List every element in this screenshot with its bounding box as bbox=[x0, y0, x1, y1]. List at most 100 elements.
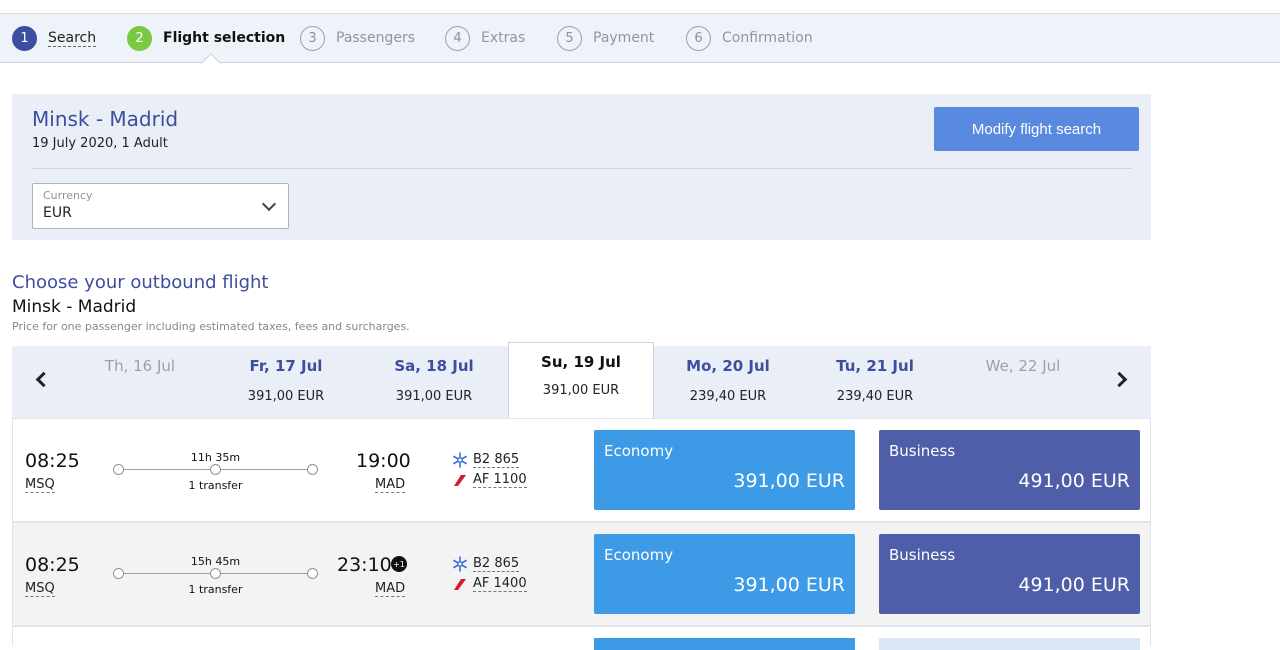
business-fare-button[interactable]: Business 491,00 EUR bbox=[879, 430, 1140, 510]
step-label: Flight selection bbox=[163, 30, 286, 46]
step-label: Extras bbox=[481, 30, 526, 46]
date-tab[interactable]: Sa, 18 Jul 391,00 EUR bbox=[361, 346, 507, 418]
fare-class: Business bbox=[889, 442, 956, 460]
timeline-dot bbox=[113, 464, 124, 475]
step-flight-selection: 2 Flight selection bbox=[127, 14, 285, 62]
flight-number[interactable]: AF 1400 bbox=[473, 576, 527, 592]
summary-divider bbox=[32, 168, 1131, 169]
date-label: Tu, 21 Jul bbox=[836, 357, 914, 375]
flight-number[interactable]: B2 865 bbox=[473, 556, 520, 572]
business-fare-button[interactable]: Business 491,00 EUR bbox=[879, 534, 1140, 614]
flight-row: 08:25 MSQ 11h 35m 1 transfer 19:00 MAD B… bbox=[12, 418, 1151, 522]
next-day-badge: +1 bbox=[391, 556, 407, 572]
modify-flight-search-button[interactable]: Modify flight search bbox=[934, 107, 1139, 151]
flight-row: 08:25 MSQ 15h 45m 1 transfer 23:10 +1 MA… bbox=[12, 522, 1151, 626]
timeline-dot bbox=[210, 568, 221, 579]
step-extras: 4 Extras bbox=[445, 14, 525, 62]
economy-fare-button[interactable]: Economy 391,00 EUR bbox=[594, 430, 855, 510]
currency-select[interactable]: Currency EUR bbox=[32, 183, 289, 229]
step-number: 6 bbox=[686, 25, 711, 51]
date-label: Su, 19 Jul bbox=[541, 353, 621, 371]
summary-details: 19 July 2020, 1 Adult bbox=[32, 136, 168, 151]
date-price: 239,40 EUR bbox=[689, 389, 767, 404]
outbound-title: Choose your outbound flight bbox=[12, 272, 269, 293]
fare-price: 491,00 EUR bbox=[1018, 574, 1130, 596]
departure-airport[interactable]: MSQ bbox=[25, 477, 55, 493]
air-france-stripe-icon bbox=[451, 575, 469, 593]
currency-value: EUR bbox=[43, 205, 72, 221]
step-payment: 5 Payment bbox=[557, 14, 654, 62]
date-label: Th, 16 Jul bbox=[104, 357, 176, 375]
date-price: 391,00 EUR bbox=[247, 389, 325, 404]
price-note: Price for one passenger including estima… bbox=[12, 320, 410, 333]
belavia-snowflake-icon bbox=[451, 555, 469, 573]
transfer-count: 1 transfer bbox=[188, 583, 243, 596]
timeline-dot bbox=[307, 464, 318, 475]
timeline-dot bbox=[307, 568, 318, 579]
step-number: 5 bbox=[557, 25, 582, 51]
flight-number[interactable]: AF 1100 bbox=[473, 472, 527, 488]
date-tab-selected[interactable]: Su, 19 Jul 391,00 EUR bbox=[508, 342, 654, 418]
chevron-right-icon[interactable] bbox=[1111, 371, 1128, 388]
step-search[interactable]: 1 Search bbox=[12, 14, 97, 62]
belavia-snowflake-icon bbox=[451, 451, 469, 469]
step-number: 4 bbox=[445, 25, 470, 51]
route-timeline bbox=[113, 568, 318, 579]
summary-route: Minsk - Madrid bbox=[32, 107, 179, 131]
fare-class: Economy bbox=[604, 546, 674, 564]
chevron-down-icon bbox=[261, 196, 277, 212]
step-passengers: 3 Passengers bbox=[300, 14, 415, 62]
fare-class: Business bbox=[889, 546, 956, 564]
flight-segment: B2 865 bbox=[451, 451, 520, 469]
departure-airport[interactable]: MSQ bbox=[25, 581, 55, 597]
step-confirmation: 6 Confirmation bbox=[686, 14, 813, 62]
economy-fare-button[interactable]: Economy 391,00 EUR bbox=[594, 534, 855, 614]
flight-segment: AF 1100 bbox=[451, 471, 527, 489]
arrival-time: 19:00 bbox=[356, 450, 411, 472]
date-tab[interactable]: Mo, 20 Jul 239,40 EUR bbox=[655, 346, 801, 418]
fare-price: 391,00 EUR bbox=[733, 574, 845, 596]
fare-class: Economy bbox=[604, 442, 674, 460]
date-tab[interactable]: Tu, 21 Jul 239,40 EUR bbox=[802, 346, 948, 418]
air-france-stripe-icon bbox=[451, 471, 469, 489]
step-label: Search bbox=[48, 29, 97, 47]
timeline-dot bbox=[210, 464, 221, 475]
date-label: Mo, 20 Jul bbox=[686, 357, 770, 375]
flight-duration: 11h 35m bbox=[190, 451, 241, 464]
date-price: 239,40 EUR bbox=[836, 389, 914, 404]
date-selector: Th, 16 Jul Fr, 17 Jul 391,00 EUR Sa, 18 … bbox=[12, 342, 1151, 418]
arrival-time: 23:10 bbox=[337, 554, 392, 576]
route-timeline bbox=[113, 464, 318, 475]
flight-segment: B2 865 bbox=[451, 555, 520, 573]
step-number: 2 bbox=[127, 25, 152, 51]
timeline-dot bbox=[113, 568, 124, 579]
flight-number[interactable]: B2 865 bbox=[473, 452, 520, 468]
flight-row-partial bbox=[12, 626, 1151, 650]
date-price: 391,00 EUR bbox=[542, 383, 620, 398]
date-label: Fr, 17 Jul bbox=[249, 357, 323, 375]
chevron-left-icon[interactable] bbox=[35, 371, 52, 388]
flight-segment: AF 1400 bbox=[451, 575, 527, 593]
date-tab: We, 22 Jul bbox=[950, 346, 1096, 418]
fare-price: 491,00 EUR bbox=[1018, 470, 1130, 492]
fare-price: 391,00 EUR bbox=[733, 470, 845, 492]
currency-label: Currency bbox=[43, 189, 93, 202]
departure-time: 08:25 bbox=[25, 450, 80, 472]
step-label: Confirmation bbox=[722, 30, 813, 46]
date-tab: Th, 16 Jul bbox=[67, 346, 213, 418]
arrival-airport[interactable]: MAD bbox=[375, 477, 406, 493]
step-number: 3 bbox=[300, 25, 325, 51]
booking-stepper: 1 Search 2 Flight selection 3 Passengers… bbox=[0, 13, 1280, 73]
search-summary: Minsk - Madrid 19 July 2020, 1 Adult Mod… bbox=[12, 94, 1151, 240]
outbound-route: Minsk - Madrid bbox=[12, 297, 137, 317]
step-label: Passengers bbox=[336, 30, 416, 46]
step-label: Payment bbox=[593, 30, 655, 46]
date-price: 391,00 EUR bbox=[395, 389, 473, 404]
departure-time: 08:25 bbox=[25, 554, 80, 576]
arrival-airport[interactable]: MAD bbox=[375, 581, 406, 597]
flight-duration: 15h 45m bbox=[190, 555, 241, 568]
date-label: Sa, 18 Jul bbox=[394, 357, 474, 375]
date-tab[interactable]: Fr, 17 Jul 391,00 EUR bbox=[213, 346, 359, 418]
date-label: We, 22 Jul bbox=[985, 357, 1061, 375]
transfer-count: 1 transfer bbox=[188, 479, 243, 492]
